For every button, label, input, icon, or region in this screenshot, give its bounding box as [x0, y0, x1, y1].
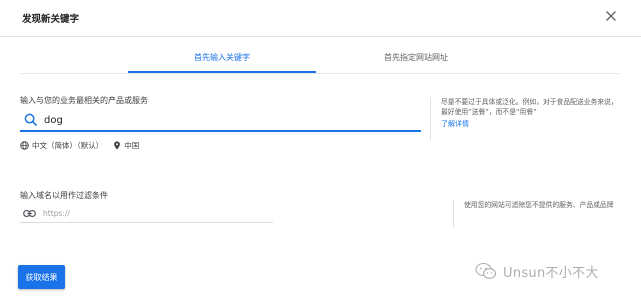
learn-more-link[interactable]: 了解详情	[441, 119, 620, 129]
header-divider	[0, 36, 641, 37]
keyword-tip-text: 尽量不要过于具体或泛化。例如，对于食品配送业务来说，最好使用“送餐”，而不是“用…	[441, 98, 618, 116]
keyword-input[interactable]	[44, 112, 414, 129]
url-field-label: 输入域名以用作过滤条件	[20, 191, 108, 200]
keyword-tip-panel: 尽量不要过于具体或泛化。例如，对于食品配送业务来说，最好使用“送餐”，而不是“用…	[430, 97, 620, 140]
targeting-settings: 中文（简体）（默认） 中国	[20, 139, 139, 151]
url-filter-field	[20, 205, 273, 223]
url-input[interactable]	[43, 206, 268, 221]
url-tip-text: 使用您的网站可滤除您不提供的服务、产品或品牌	[464, 201, 614, 209]
globe-icon	[20, 140, 29, 150]
search-icon	[24, 113, 38, 127]
location-pin-icon	[114, 140, 121, 150]
mode-tabs: 首先输入关键字 首先指定网站网址	[128, 44, 516, 74]
location-selector[interactable]: 中国	[124, 140, 139, 151]
url-tip-panel: 使用您的网站可滤除您不提供的服务、产品或品牌	[453, 200, 620, 228]
tab-specify-website[interactable]: 首先指定网站网址	[316, 44, 516, 74]
tabs-divider	[20, 73, 620, 74]
close-icon[interactable]	[603, 8, 619, 24]
keyword-field-label: 输入与您的业务最相关的产品或服务	[20, 96, 148, 105]
link-icon	[23, 209, 36, 218]
wechat-icon	[475, 262, 497, 279]
watermark: Unsun不小不大	[475, 261, 599, 281]
tab-enter-keywords[interactable]: 首先输入关键字	[128, 44, 316, 74]
language-selector[interactable]: 中文（简体）（默认）	[32, 140, 103, 151]
dialog-title: 发现新关键字	[22, 14, 80, 25]
discover-keywords-dialog: 发现新关键字 首先输入关键字 首先指定网站网址 输入与您的业务最相关的产品或服务…	[0, 0, 641, 299]
watermark-text: Unsun不小不大	[503, 265, 599, 281]
get-results-button[interactable]: 获取结果	[18, 265, 65, 289]
keyword-search-field	[20, 111, 421, 132]
